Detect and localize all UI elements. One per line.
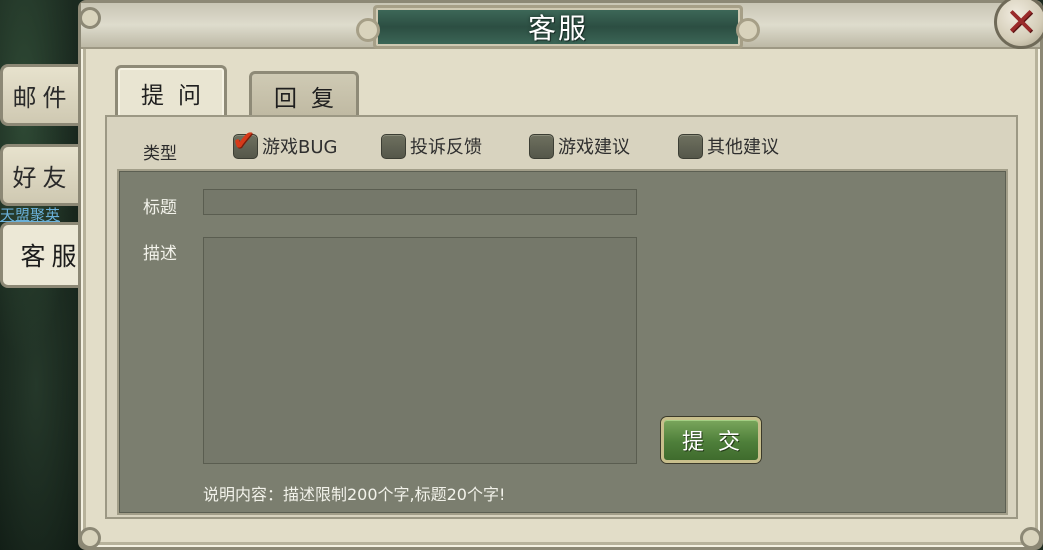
title-input[interactable] xyxy=(203,189,637,215)
type-row: 类型 ✔ 游戏BUG 投诉反馈 游戏建议 其他建议 xyxy=(107,117,1016,169)
tab-reply[interactable]: 回复 xyxy=(249,71,359,117)
checkbox[interactable]: ✔ xyxy=(232,126,258,159)
checkbox[interactable] xyxy=(678,133,703,159)
type-option-complaint[interactable]: 投诉反馈 xyxy=(381,133,482,159)
corner-ornament-icon xyxy=(1020,527,1042,549)
description-label: 描述 xyxy=(143,244,177,264)
tab-ask[interactable]: 提问 xyxy=(115,65,227,117)
scroll-ornament-icon xyxy=(736,18,760,42)
submit-button[interactable]: 提交 xyxy=(661,417,761,463)
title-plate: 客服 xyxy=(356,5,760,49)
window-title: 客服 xyxy=(527,12,588,45)
type-option-bug-label: 游戏BUG xyxy=(262,137,338,158)
content-panel: 类型 ✔ 游戏BUG 投诉反馈 游戏建议 其他建议 标题 描述 提交 说明内容：… xyxy=(105,115,1018,519)
scroll-ornament-icon xyxy=(356,18,380,42)
checkmark-icon: ✔ xyxy=(232,123,256,157)
type-option-complaint-label: 投诉反馈 xyxy=(410,137,482,158)
side-tab-friends[interactable]: 好友 xyxy=(0,144,82,206)
corner-ornament-icon xyxy=(79,527,101,549)
title-bar: 客服 xyxy=(81,3,1040,49)
type-option-game-suggestion[interactable]: 游戏建议 xyxy=(529,133,630,159)
tab-reply-label: 回复 xyxy=(274,85,348,112)
tab-ask-label: 提问 xyxy=(141,82,215,109)
form-area: 标题 描述 提交 说明内容：描述限制200个字,标题20个字! xyxy=(117,169,1008,515)
title-label: 标题 xyxy=(143,198,177,218)
type-option-bug[interactable]: ✔ 游戏BUG xyxy=(232,126,338,159)
type-option-game-suggestion-label: 游戏建议 xyxy=(558,137,630,158)
customer-service-window: 客服 ✕ 提问 回复 类型 ✔ 游戏BUG 投诉反馈 游戏建议 其他建议 标题 … xyxy=(78,0,1043,550)
description-input[interactable] xyxy=(203,237,637,464)
side-tab-mail-label: 邮件 xyxy=(12,83,73,112)
type-option-other-suggestion[interactable]: 其他建议 xyxy=(678,133,779,159)
hint-text: 说明内容：描述限制200个字,标题20个字! xyxy=(203,485,506,504)
type-label: 类型 xyxy=(143,144,177,164)
checkbox[interactable] xyxy=(529,133,554,159)
type-option-other-suggestion-label: 其他建议 xyxy=(707,137,779,158)
corner-ornament-icon xyxy=(79,7,101,29)
side-tab-friends-label: 好友 xyxy=(12,163,73,192)
side-tab-service-label: 客服 xyxy=(20,242,83,271)
checkbox[interactable] xyxy=(381,133,406,159)
side-tab-mail[interactable]: 邮件 xyxy=(0,64,82,126)
close-x-icon: ✕ xyxy=(1005,0,1037,44)
